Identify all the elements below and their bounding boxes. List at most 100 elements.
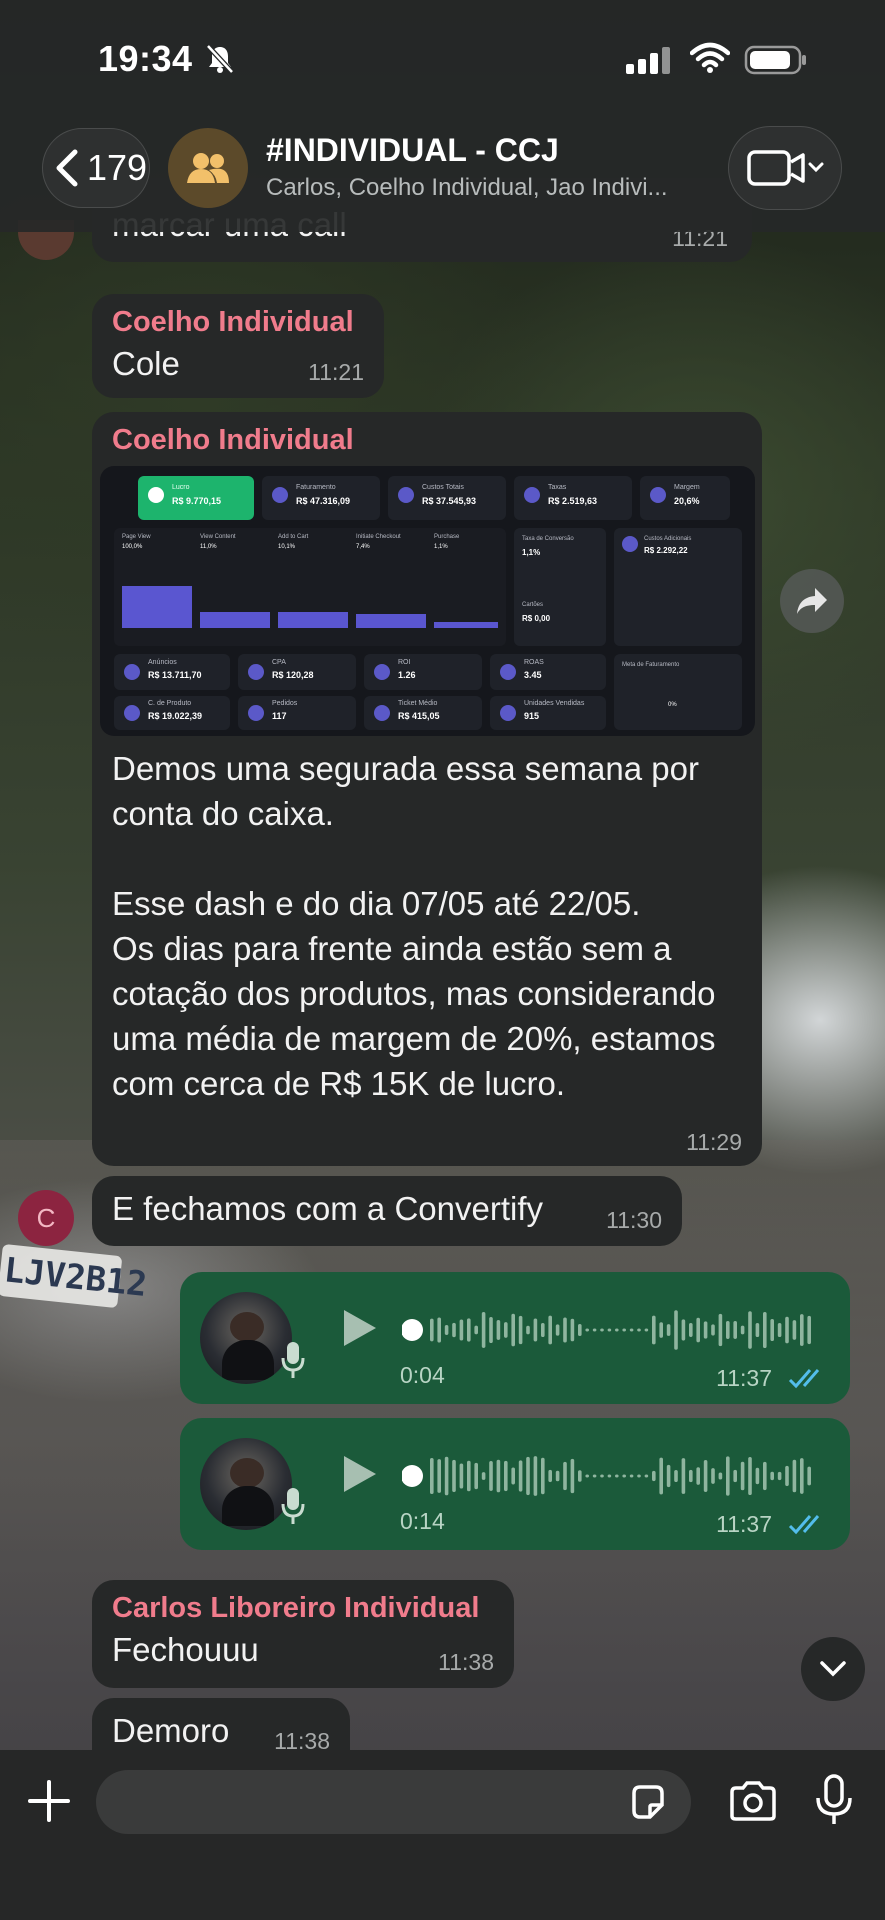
waveform-bar (711, 1468, 715, 1484)
waveform-bar (711, 1324, 715, 1336)
funnel-value: 7,4% (356, 544, 370, 550)
message-bubble[interactable]: Coelho Individual Cole 11:21 (92, 294, 384, 398)
group-avatar[interactable] (168, 128, 248, 208)
waveform-bar (548, 1315, 552, 1345)
waveform-bar (430, 1457, 434, 1495)
waveform-bar (615, 1328, 619, 1332)
waveform-bar (504, 1460, 508, 1492)
megaphone-icon (124, 664, 140, 680)
waveform-bar (452, 1459, 456, 1493)
message-time: 11:30 (606, 1207, 662, 1233)
audio-message-bubble[interactable]: 0:14 11:37 (180, 1418, 850, 1550)
funnel-value: 10,1% (278, 544, 296, 550)
message-bubble[interactable]: E fechamos com a Convertify 11:30 (92, 1176, 682, 1246)
waveform-playhead (402, 1319, 423, 1341)
message-bubble[interactable]: Carlos Liboreiro Individual Fechouuu 11:… (92, 1580, 514, 1688)
back-button[interactable]: 179 (42, 128, 150, 208)
waveform-bar (740, 1461, 745, 1491)
funnel-bar (356, 614, 426, 628)
camera-icon[interactable] (728, 1780, 778, 1822)
waveform-bar (770, 1318, 774, 1342)
dash-card-value: R$ 415,05 (398, 711, 440, 721)
waveform-bar (511, 1467, 515, 1485)
dash-card-fees: Taxas R$ 2.519,63 (514, 476, 632, 520)
funnel-label: Page View (122, 534, 151, 540)
waveform-bar (689, 1469, 693, 1483)
dash-conversion-panel: Taxa de Conversão 1,1% Cartões R$ 0,00 (514, 528, 606, 646)
audio-duration: 0:04 (400, 1362, 445, 1388)
waveform-bar (681, 1458, 686, 1494)
sender-name[interactable]: Coelho Individual (112, 424, 354, 457)
dash-card-value: R$ 2.519,63 (548, 496, 598, 506)
waveform-bar (533, 1456, 538, 1496)
play-icon[interactable] (340, 1454, 378, 1494)
chat-title[interactable]: #INDIVIDUAL - CCJ (266, 132, 559, 169)
dash-card-label: Custos Totais (422, 484, 464, 491)
waveform-bar (733, 1321, 737, 1339)
waveform-bar (489, 1461, 493, 1491)
message-input[interactable] (96, 1770, 691, 1834)
waveform-bar (696, 1467, 700, 1485)
waveform-bar (533, 1318, 538, 1342)
trend-icon (500, 664, 516, 680)
dash-card-units-sold: Unidades Vendidas 915 (490, 696, 606, 730)
dash-card-value: R$ 47.316,09 (296, 496, 351, 506)
waveform-bar (541, 1323, 545, 1337)
bag-icon (248, 705, 264, 721)
sender-name[interactable]: Carlos Liboreiro Individual (112, 1592, 494, 1625)
waveform-bar (541, 1457, 545, 1495)
play-icon[interactable] (340, 1308, 378, 1348)
dash-card-margin: Margem 20,6% (640, 476, 730, 520)
dash-card-value: R$ 9.770,15 (172, 496, 222, 506)
dash-card-label: Anúncios (148, 659, 177, 666)
dash-card-value: 3.45 (524, 670, 542, 680)
extra-costs-label: Custos Adicionais (644, 536, 692, 542)
waveform-bar (563, 1317, 567, 1343)
chat-participants[interactable]: Carlos, Coelho Individual, Jao Indivi... (266, 174, 668, 202)
sticker-icon[interactable] (628, 1783, 668, 1823)
waveform-bar (770, 1471, 774, 1481)
sender-name[interactable]: Coelho Individual (112, 306, 364, 339)
waveform-bar (755, 1467, 760, 1485)
dash-card-label: Unidades Vendidas (524, 700, 585, 707)
audio-message-bubble[interactable]: 0:04 11:37 (180, 1272, 850, 1404)
dash-card-label: CPA (272, 659, 286, 666)
scroll-to-bottom-button[interactable] (801, 1637, 865, 1701)
waveform-bar (785, 1316, 789, 1344)
video-call-button[interactable] (728, 126, 842, 210)
dash-card-value: R$ 19.022,39 (148, 711, 203, 721)
waveform-bar (718, 1313, 723, 1347)
mic-icon (281, 1342, 305, 1378)
waveform-bar (674, 1310, 678, 1350)
waveform-bar (481, 1472, 486, 1480)
waveform-bar (600, 1474, 604, 1478)
status-time: 19:34 (98, 38, 193, 79)
dash-card-label: ROI (398, 659, 411, 666)
waveform-bar (629, 1474, 634, 1478)
share-button[interactable] (780, 569, 844, 633)
audio-waveform[interactable] (402, 1308, 822, 1352)
waveform-bar (578, 1324, 582, 1336)
message-time: 11:37 (716, 1365, 772, 1391)
dash-card-product-cost: C. de Produto R$ 19.022,39 (114, 696, 230, 730)
dash-card-value: 915 (524, 711, 540, 721)
dash-card-cpa: CPA R$ 120,28 (238, 654, 356, 690)
mic-icon[interactable] (814, 1774, 854, 1826)
sender-avatar[interactable]: C (18, 1190, 74, 1246)
read-check-icon (788, 1515, 820, 1535)
plus-icon[interactable] (26, 1778, 72, 1824)
waveform-bar (518, 1315, 523, 1345)
waveform-bar (807, 1315, 811, 1345)
audio-waveform[interactable] (402, 1454, 822, 1498)
dash-card-value: 1.26 (398, 670, 416, 680)
waveform-bar (444, 1325, 449, 1335)
waveform-bar (652, 1315, 656, 1345)
waveform-bar (689, 1323, 693, 1337)
dash-card-value: 117 (272, 711, 287, 721)
waveform-bar (681, 1319, 686, 1341)
status-bar: 19:34 (0, 0, 885, 115)
waveform-bar (489, 1316, 493, 1344)
waveform-bar (740, 1325, 745, 1335)
dashboard-image[interactable]: Lucro R$ 9.770,15 Faturamento R$ 47.316,… (100, 466, 755, 736)
conversion-label: Taxa de Conversão (522, 536, 574, 542)
